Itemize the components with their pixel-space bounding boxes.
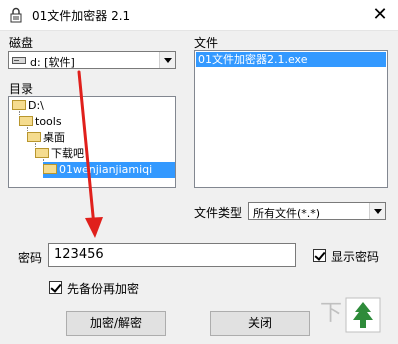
backup-checkbox[interactable] <box>49 281 62 294</box>
tree-item-downloads[interactable]: 下载吧 <box>35 146 84 162</box>
show-password-label: 显示密码 <box>331 250 380 264</box>
folder-open-icon <box>35 148 49 158</box>
file-list[interactable]: 01文件加密器2.1.exe <box>194 50 388 188</box>
window-title: 01文件加密器 2.1 <box>32 9 131 23</box>
watermark-logo: 下 <box>320 297 381 333</box>
password-label: 密码 <box>18 251 43 265</box>
file-list-item[interactable]: 01文件加密器2.1.exe <box>196 52 386 67</box>
tree-item-label: 桌面 <box>43 131 65 144</box>
close-window-button[interactable]: ✕ <box>368 3 392 27</box>
file-label: 文件 <box>194 36 219 50</box>
folder-open-icon <box>12 100 26 110</box>
password-value: 123456 <box>54 247 104 262</box>
directory-label: 目录 <box>9 82 34 96</box>
file-type-label: 文件类型 <box>194 206 243 220</box>
folder-open-icon <box>27 132 41 142</box>
title-bar: 01文件加密器 2.1 ✕ <box>0 0 398 31</box>
directory-tree[interactable]: D:\ tools 桌面 下载吧 01wenjianjiamiqi <box>8 96 176 188</box>
disk-value: d: [软件] <box>30 56 75 69</box>
show-password-checkbox[interactable] <box>313 249 326 262</box>
chevron-down-icon[interactable] <box>159 52 175 68</box>
encrypt-decrypt-button[interactable]: 加密/解密 <box>66 311 166 336</box>
backup-label: 先备份再加密 <box>67 282 140 296</box>
close-button[interactable]: 关闭 <box>210 311 310 336</box>
disk-select[interactable]: d: [软件] <box>8 51 176 69</box>
chevron-down-icon[interactable] <box>369 203 385 219</box>
tree-item-tools[interactable]: tools <box>19 114 62 130</box>
padlock-icon <box>10 7 22 23</box>
password-input[interactable]: 123456 <box>48 243 296 267</box>
tree-item-label: tools <box>35 115 62 128</box>
tree-item-root[interactable]: D:\ <box>12 98 44 114</box>
folder-open-icon <box>43 164 57 174</box>
svg-text:下: 下 <box>320 301 342 326</box>
file-type-select[interactable]: 所有文件(*.*) <box>248 202 386 220</box>
file-type-value: 所有文件(*.*) <box>253 207 321 220</box>
tree-item-label: 01wenjianjiamiqi <box>59 163 153 176</box>
tree-item-desktop[interactable]: 桌面 <box>27 130 65 146</box>
tree-item-label: D:\ <box>28 99 44 112</box>
folder-open-icon <box>19 116 33 126</box>
disk-label: 磁盘 <box>9 36 34 50</box>
tree-item-selected[interactable]: 01wenjianjiamiqi <box>43 162 175 178</box>
tree-item-label: 下载吧 <box>51 147 84 160</box>
drive-icon <box>12 57 26 64</box>
